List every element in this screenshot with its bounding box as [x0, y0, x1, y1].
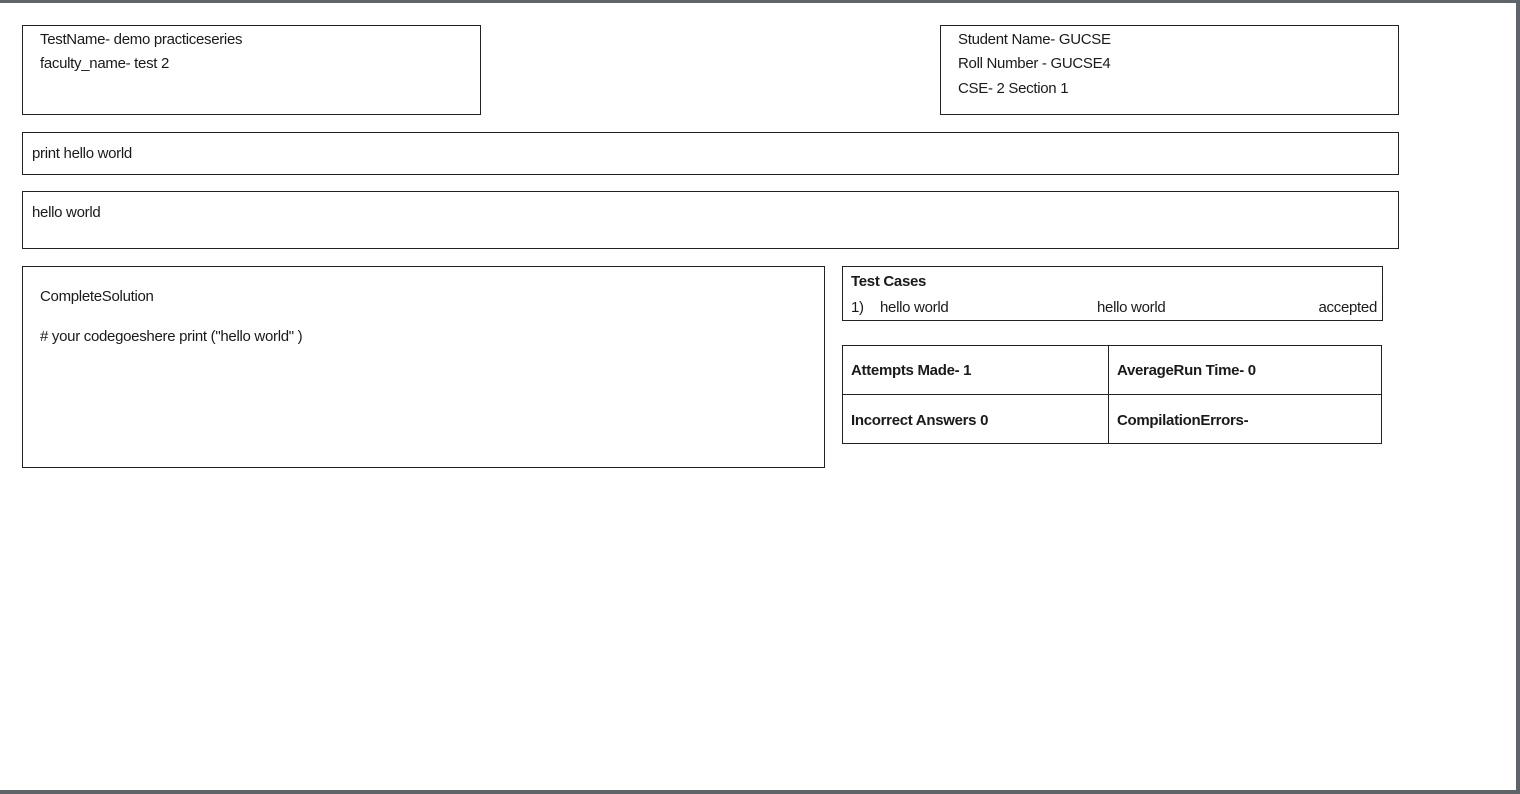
report-page: TestName- demo practiceseries faculty_na…	[0, 3, 1516, 790]
stat-incorrect-answers: Incorrect Answers 0	[842, 394, 1110, 444]
solution-box: CompleteSolution # your codegoeshere pri…	[22, 266, 825, 468]
stat-compilation-errors: CompilationErrors-	[1108, 394, 1382, 444]
solution-code: # your codegoeshere print ("hello world"…	[40, 328, 303, 345]
stat-attempts-made: Attempts Made- 1	[842, 345, 1110, 395]
section: CSE- 2 Section 1	[958, 80, 1069, 97]
student-info-box: Student Name- GUCSE Roll Number - GUCSE4…	[940, 25, 1399, 115]
test-case-input: hello world	[880, 299, 949, 316]
expected-output-box: hello world	[22, 191, 1399, 249]
faculty-name: faculty_name- test 2	[40, 55, 170, 72]
test-case-status: accepted	[1318, 299, 1378, 316]
incorrect-answers-label: Incorrect Answers 0	[851, 412, 989, 429]
attempts-made-label: Attempts Made- 1	[851, 362, 972, 379]
stat-average-run-time: AverageRun Time- 0	[1108, 345, 1382, 395]
test-info-box: TestName- demo practiceseries faculty_na…	[22, 25, 481, 115]
question-box: print hello world	[22, 132, 1399, 175]
expected-output-text: hello world	[32, 204, 101, 221]
question-text: print hello world	[32, 145, 132, 162]
solution-heading: CompleteSolution	[40, 288, 154, 305]
roll-number: Roll Number - GUCSE4	[958, 55, 1111, 72]
test-name: TestName- demo practiceseries	[40, 31, 243, 48]
average-run-time-label: AverageRun Time- 0	[1117, 362, 1256, 379]
test-case-index: 1)	[851, 299, 864, 316]
test-case-output: hello world	[1097, 299, 1166, 316]
test-cases-box: Test Cases 1) hello world hello world ac…	[842, 266, 1383, 321]
test-cases-heading: Test Cases	[851, 273, 927, 290]
student-name: Student Name- GUCSE	[958, 31, 1111, 48]
compilation-errors-label: CompilationErrors-	[1117, 412, 1249, 429]
